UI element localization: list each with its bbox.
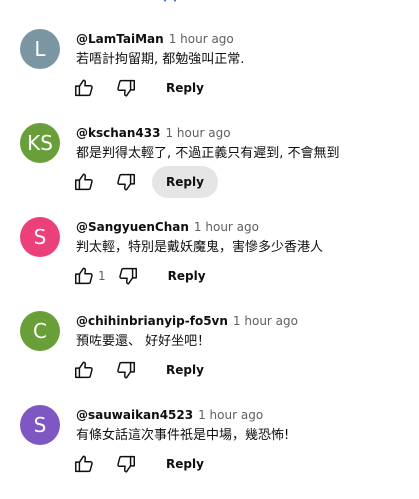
comment-action-bar: Reply xyxy=(68,447,218,481)
comment-header: @LamTaiMan 1 hour ago xyxy=(76,29,234,49)
like-button[interactable] xyxy=(68,354,100,386)
thumb-up-icon xyxy=(75,361,93,379)
avatar[interactable]: S xyxy=(20,405,60,445)
comment-thread: S @sauwaikan4523 1 hour ago 有條女話這次事件祇是中場，… xyxy=(0,405,419,499)
comment-timestamp[interactable]: 1 hour ago xyxy=(194,220,259,234)
avatar[interactable]: KS xyxy=(20,123,60,163)
comment-timestamp[interactable]: 1 hour ago xyxy=(169,32,234,46)
dislike-button[interactable] xyxy=(112,260,144,292)
thumb-down-icon xyxy=(117,361,135,379)
avatar[interactable]: L xyxy=(20,29,60,69)
author-name[interactable]: @sauwaikan4523 xyxy=(76,408,193,422)
comment-text: 若唔計拘留期, 都勉強叫正常. xyxy=(76,52,245,67)
avatar-initial: KS xyxy=(27,131,53,155)
comment-thread: L @LamTaiMan 1 hour ago 若唔計拘留期, 都勉強叫正常. R… xyxy=(0,29,419,123)
comment-action-bar: Reply xyxy=(68,71,218,105)
dislike-button[interactable] xyxy=(110,354,142,386)
avatar[interactable]: C xyxy=(20,311,60,351)
avatar-initial: C xyxy=(33,319,47,343)
comment-text: 有條女話這次事件祇是中場，幾恐怖! xyxy=(76,428,290,443)
reply-button[interactable]: Reply xyxy=(154,260,220,292)
comment-text: 預咗要還、 好好坐吧！ xyxy=(76,334,211,349)
dislike-button[interactable] xyxy=(110,166,142,198)
like-button[interactable] xyxy=(68,72,100,104)
comment-timestamp[interactable]: 1 hour ago xyxy=(165,126,230,140)
author-name[interactable]: @kschan433 xyxy=(76,126,160,140)
avatar-initial: L xyxy=(34,37,46,61)
thumb-down-icon xyxy=(118,267,137,285)
dislike-button[interactable] xyxy=(110,72,142,104)
like-button[interactable] xyxy=(68,448,100,480)
thumb-up-icon xyxy=(75,79,93,97)
comment-text: 都是判得太輕了, 不過正義只有遲到, 不會無到 xyxy=(76,146,340,161)
like-count: 1 xyxy=(98,269,106,283)
reply-button[interactable]: Reply xyxy=(152,354,218,386)
thumb-up-icon xyxy=(75,267,93,285)
thumb-up-icon xyxy=(75,455,93,473)
cropped-glyph-fragment xyxy=(163,0,177,3)
comment-action-bar: Reply xyxy=(68,165,218,199)
avatar-initial: S xyxy=(33,225,47,249)
thumb-down-icon xyxy=(117,173,135,191)
dislike-button[interactable] xyxy=(110,448,142,480)
author-name[interactable]: @SangyuenChan xyxy=(76,220,189,234)
comment-timestamp[interactable]: 1 hour ago xyxy=(198,408,263,422)
like-button[interactable] xyxy=(68,166,100,198)
avatar[interactable]: S xyxy=(20,217,60,257)
reply-button[interactable]: Reply xyxy=(152,72,218,104)
comment-header: @kschan433 1 hour ago xyxy=(76,123,231,143)
avatar-initial: S xyxy=(33,413,47,437)
comment-text: 判太輕，特別是戴妖魔鬼，害慘多少香港人 xyxy=(76,240,324,255)
author-name[interactable]: @LamTaiMan xyxy=(76,32,164,46)
comment-header: @SangyuenChan 1 hour ago xyxy=(76,217,259,237)
comment-header: @chihinbrianyip-fo5vn 1 hour ago xyxy=(76,311,298,331)
author-name[interactable]: @chihinbrianyip-fo5vn xyxy=(76,314,228,328)
reply-button[interactable]: Reply xyxy=(152,448,218,480)
comment-thread: KS @kschan433 1 hour ago 都是判得太輕了, 不過正義只有遲… xyxy=(0,123,419,217)
reply-button[interactable]: Reply xyxy=(152,166,218,198)
comment-action-bar: 1 Reply xyxy=(68,259,220,293)
comment-thread: S @SangyuenChan 1 hour ago 判太輕，特別是戴妖魔鬼，害慘… xyxy=(0,217,419,311)
thumb-up-icon xyxy=(75,173,93,191)
thumb-down-icon xyxy=(117,455,135,473)
comment-thread: C @chihinbrianyip-fo5vn 1 hour ago 預咗要還、 … xyxy=(0,311,419,405)
like-button[interactable] xyxy=(68,260,100,292)
comment-header: @sauwaikan4523 1 hour ago xyxy=(76,405,263,425)
thumb-down-icon xyxy=(117,79,135,97)
comment-action-bar: Reply xyxy=(68,353,218,387)
comment-timestamp[interactable]: 1 hour ago xyxy=(233,314,298,328)
